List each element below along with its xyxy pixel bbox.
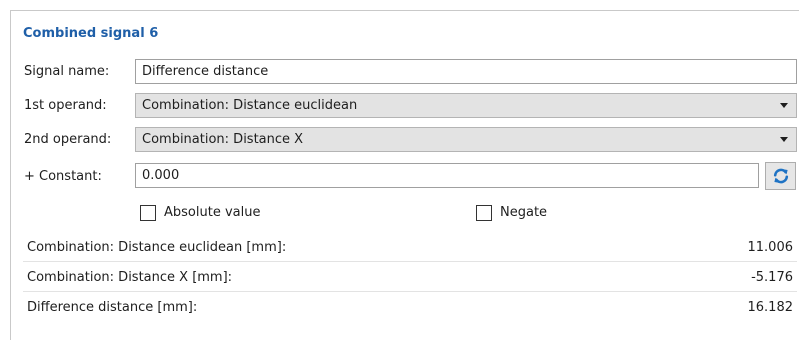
refresh-button[interactable] — [765, 162, 796, 190]
result-value: 16.182 — [747, 300, 794, 315]
chevron-down-icon — [780, 137, 788, 142]
result-value: 11.006 — [747, 240, 794, 255]
signal-name-label: Signal name: — [24, 64, 110, 79]
result-row: Combination: Distance X [mm]: -5.176 — [23, 264, 797, 292]
result-row: Combination: Distance euclidean [mm]: 11… — [23, 234, 797, 262]
absolute-value-checkbox[interactable] — [140, 205, 156, 221]
refresh-icon — [772, 167, 790, 185]
operand2-label: 2nd operand: — [24, 132, 112, 147]
operand1-select[interactable]: Combination: Distance euclidean — [135, 93, 797, 118]
negate-label: Negate — [500, 205, 548, 220]
operand2-selected-value: Combination: Distance X — [142, 132, 304, 147]
absolute-value-label: Absolute value — [164, 205, 261, 220]
result-label: Combination: Distance X [mm]: — [27, 270, 233, 285]
result-label: Combination: Distance euclidean [mm]: — [27, 240, 287, 255]
negate-checkbox[interactable] — [476, 205, 492, 221]
result-row: Difference distance [mm]: 16.182 — [23, 294, 797, 322]
panel-title: Combined signal 6 — [23, 26, 159, 41]
chevron-down-icon — [780, 103, 788, 108]
constant-label: + Constant: — [24, 169, 102, 184]
constant-input[interactable] — [135, 163, 759, 188]
operand1-label: 1st operand: — [24, 98, 107, 113]
operand1-selected-value: Combination: Distance euclidean — [142, 98, 358, 113]
result-label: Difference distance [mm]: — [27, 300, 198, 315]
operand2-select[interactable]: Combination: Distance X — [135, 127, 797, 152]
signal-name-input[interactable] — [135, 59, 797, 84]
result-value: -5.176 — [751, 270, 793, 285]
